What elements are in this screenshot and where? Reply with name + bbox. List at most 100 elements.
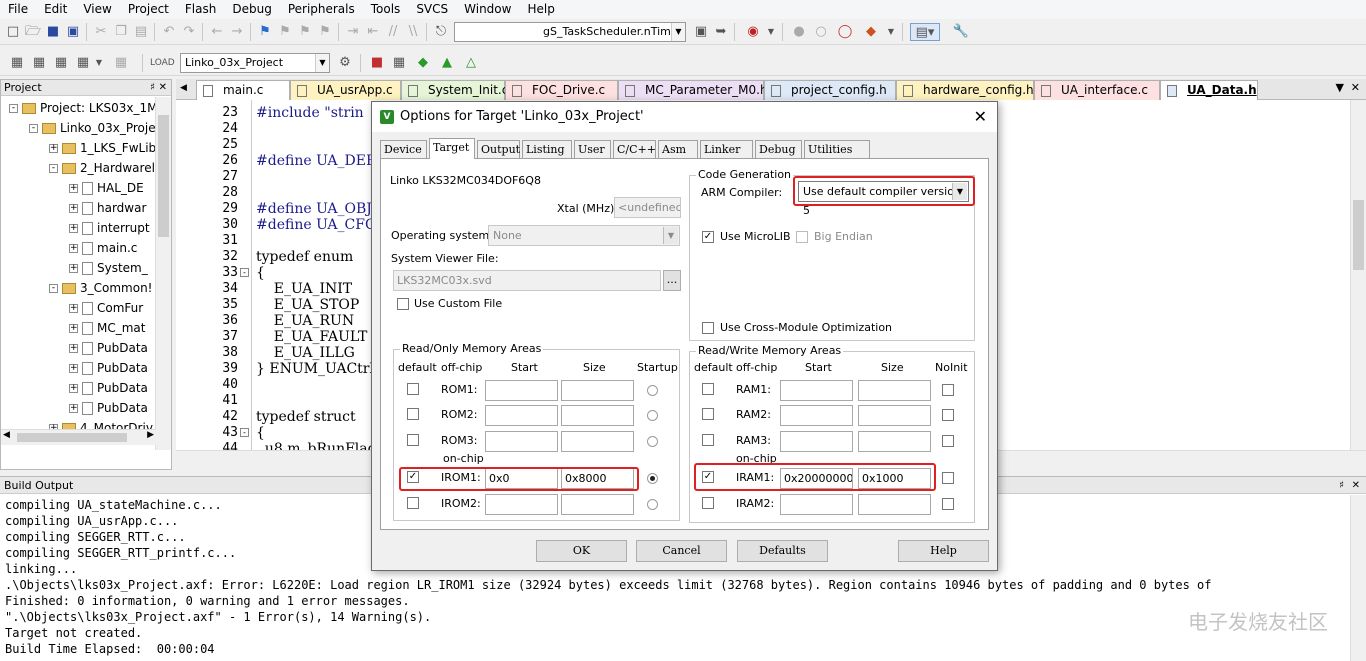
tree-node[interactable]: + ComFur [69, 298, 143, 318]
tree-node[interactable]: + PubData [69, 378, 148, 398]
chevron-down-icon[interactable]: ▼ [762, 23, 780, 41]
startup-radio[interactable] [647, 499, 658, 510]
file-tab[interactable]: System_Init.c [401, 80, 508, 100]
find-icon[interactable]: ▣ [692, 23, 710, 41]
breakpoint-icon[interactable]: ● [790, 23, 808, 41]
nav-forward-icon[interactable]: → [228, 23, 246, 41]
ro-default-checkbox[interactable] [407, 497, 419, 509]
pin-icon[interactable]: ♯ [150, 80, 155, 96]
select-packs-icon[interactable]: ◆ [414, 54, 432, 72]
nav-back-icon[interactable]: ← [208, 23, 226, 41]
expand-icon[interactable]: + [69, 204, 78, 213]
collapse-icon[interactable]: - [9, 104, 18, 113]
translate-icon[interactable]: ▦ [8, 54, 26, 72]
dialog-tab-asm[interactable]: Asm [658, 140, 698, 158]
menu-edit[interactable]: Edit [36, 0, 75, 19]
copy-icon[interactable]: ❐ [112, 23, 130, 41]
ro-size-field[interactable] [561, 431, 634, 452]
tree-node[interactable]: - Linko_03x_Proje [29, 118, 156, 138]
debug-session-icon[interactable]: ◉ [744, 23, 762, 41]
rw-default-checkbox[interactable] [702, 383, 714, 395]
dialog-tab-linker[interactable]: Linker [700, 140, 753, 158]
rw-start-field[interactable] [780, 405, 853, 426]
tree-node[interactable]: +1_LKS_FwLib [49, 138, 156, 158]
next-bookmark-icon[interactable]: ⚑ [296, 23, 314, 41]
startup-radio[interactable] [647, 385, 658, 396]
configure-icon[interactable]: ◆ [862, 23, 880, 41]
tab-list-icon[interactable]: ▼ [1336, 81, 1344, 94]
chevron-down-icon[interactable]: ▼ [90, 54, 108, 72]
project-horizontal-scrollbar[interactable]: ◀ ▶ [1, 429, 156, 445]
manage-components-icon[interactable]: ▦ [390, 54, 408, 72]
menu-peripherals[interactable]: Peripherals [280, 0, 363, 19]
ro-default-checkbox[interactable] [407, 434, 419, 446]
svd-browse-button[interactable]: ... [663, 270, 681, 291]
tree-node[interactable]: + interrupt [69, 218, 150, 238]
expand-icon[interactable]: + [69, 384, 78, 393]
cross-module-checkbox[interactable] [702, 322, 714, 334]
file-tab[interactable]: main.c [196, 80, 290, 100]
startup-radio[interactable] [647, 436, 658, 447]
expand-icon[interactable]: + [69, 324, 78, 333]
function-combo[interactable]: gS_TaskScheduler.nTime ▼ [454, 22, 686, 42]
find-in-files-icon[interactable]: ⎋ [432, 23, 450, 41]
cut-icon[interactable]: ✂ [92, 23, 110, 41]
tree-node[interactable]: + PubData [69, 358, 148, 378]
comment-icon[interactable]: // [384, 23, 402, 41]
close-tab-icon[interactable]: ✕ [1351, 81, 1360, 94]
disable-breakpoint-icon[interactable]: ○ [812, 23, 830, 41]
fold-icon[interactable]: - [240, 428, 249, 437]
ro-start-field[interactable] [485, 405, 558, 426]
build-icon[interactable]: ▦ [30, 54, 48, 72]
expand-icon[interactable]: + [69, 264, 78, 273]
rw-size-field[interactable] [858, 431, 931, 452]
fold-icon[interactable]: - [240, 268, 249, 277]
menu-debug[interactable]: Debug [224, 0, 279, 19]
ro-start-field[interactable] [485, 380, 558, 401]
editor-vertical-scrollbar[interactable] [1350, 100, 1366, 450]
dialog-tab-user[interactable]: User [574, 140, 611, 158]
close-icon[interactable]: ✕ [974, 102, 987, 132]
svd-field[interactable]: LKS32MC03x.svd [393, 270, 661, 291]
tree-node[interactable]: - Project: LKS03x_1Mc [9, 98, 156, 118]
startup-radio[interactable] [647, 473, 658, 484]
rw-default-checkbox[interactable] [702, 497, 714, 509]
uncomment-icon[interactable]: \\ [404, 23, 422, 41]
menu-project[interactable]: Project [120, 0, 177, 19]
build-vertical-scrollbar[interactable] [1350, 495, 1366, 661]
bookmark-icon[interactable]: ⚑ [256, 23, 274, 41]
target-options-icon[interactable]: ⚙ [336, 54, 354, 72]
tree-node[interactable]: + hardwar [69, 198, 146, 218]
target-combo[interactable]: Linko_03x_Project ▼ [180, 53, 330, 73]
menu-tools[interactable]: Tools [363, 0, 409, 19]
collapse-icon[interactable]: - [49, 284, 58, 293]
save-icon[interactable]: ■ [44, 23, 62, 41]
download-icon[interactable]: LOAD [150, 54, 175, 72]
file-tab[interactable]: UA_Data.h [1160, 80, 1258, 100]
rw-default-checkbox[interactable] [702, 408, 714, 420]
file-tab[interactable]: hardware_config.h [896, 80, 1034, 100]
noinit-checkbox[interactable] [942, 472, 954, 484]
tree-node[interactable]: - 2_Hardwarel [49, 158, 155, 178]
dialog-tab-listing[interactable]: Listing [522, 140, 572, 158]
expand-icon[interactable]: + [69, 364, 78, 373]
menu-window[interactable]: Window [456, 0, 519, 19]
tree-node[interactable]: + HAL_DE [69, 178, 144, 198]
xtal-field[interactable]: <undefined> [614, 197, 681, 218]
os-select[interactable]: None ▼ [488, 225, 680, 246]
dialog-tab-output[interactable]: Output [477, 140, 520, 158]
microlib-checkbox[interactable]: ✓ [702, 231, 714, 243]
ro-start-field[interactable] [485, 431, 558, 452]
noinit-checkbox[interactable] [942, 435, 954, 447]
kill-breakpoints-icon[interactable]: ◯ [836, 23, 854, 41]
ok-button[interactable]: OK [536, 540, 627, 562]
scroll-right-icon[interactable]: ▶ [147, 430, 154, 440]
dialog-tab-debug[interactable]: Debug [755, 140, 802, 158]
file-tab[interactable]: project_config.h [764, 80, 896, 100]
tree-node[interactable]: + MC_mat [69, 318, 145, 338]
chevron-down-icon[interactable]: ▼ [882, 23, 900, 41]
run-time-env-icon[interactable]: △ [462, 54, 480, 72]
rw-start-field[interactable] [780, 431, 853, 452]
noinit-checkbox[interactable] [942, 384, 954, 396]
chevron-down-icon[interactable]: ▼ [663, 227, 678, 244]
